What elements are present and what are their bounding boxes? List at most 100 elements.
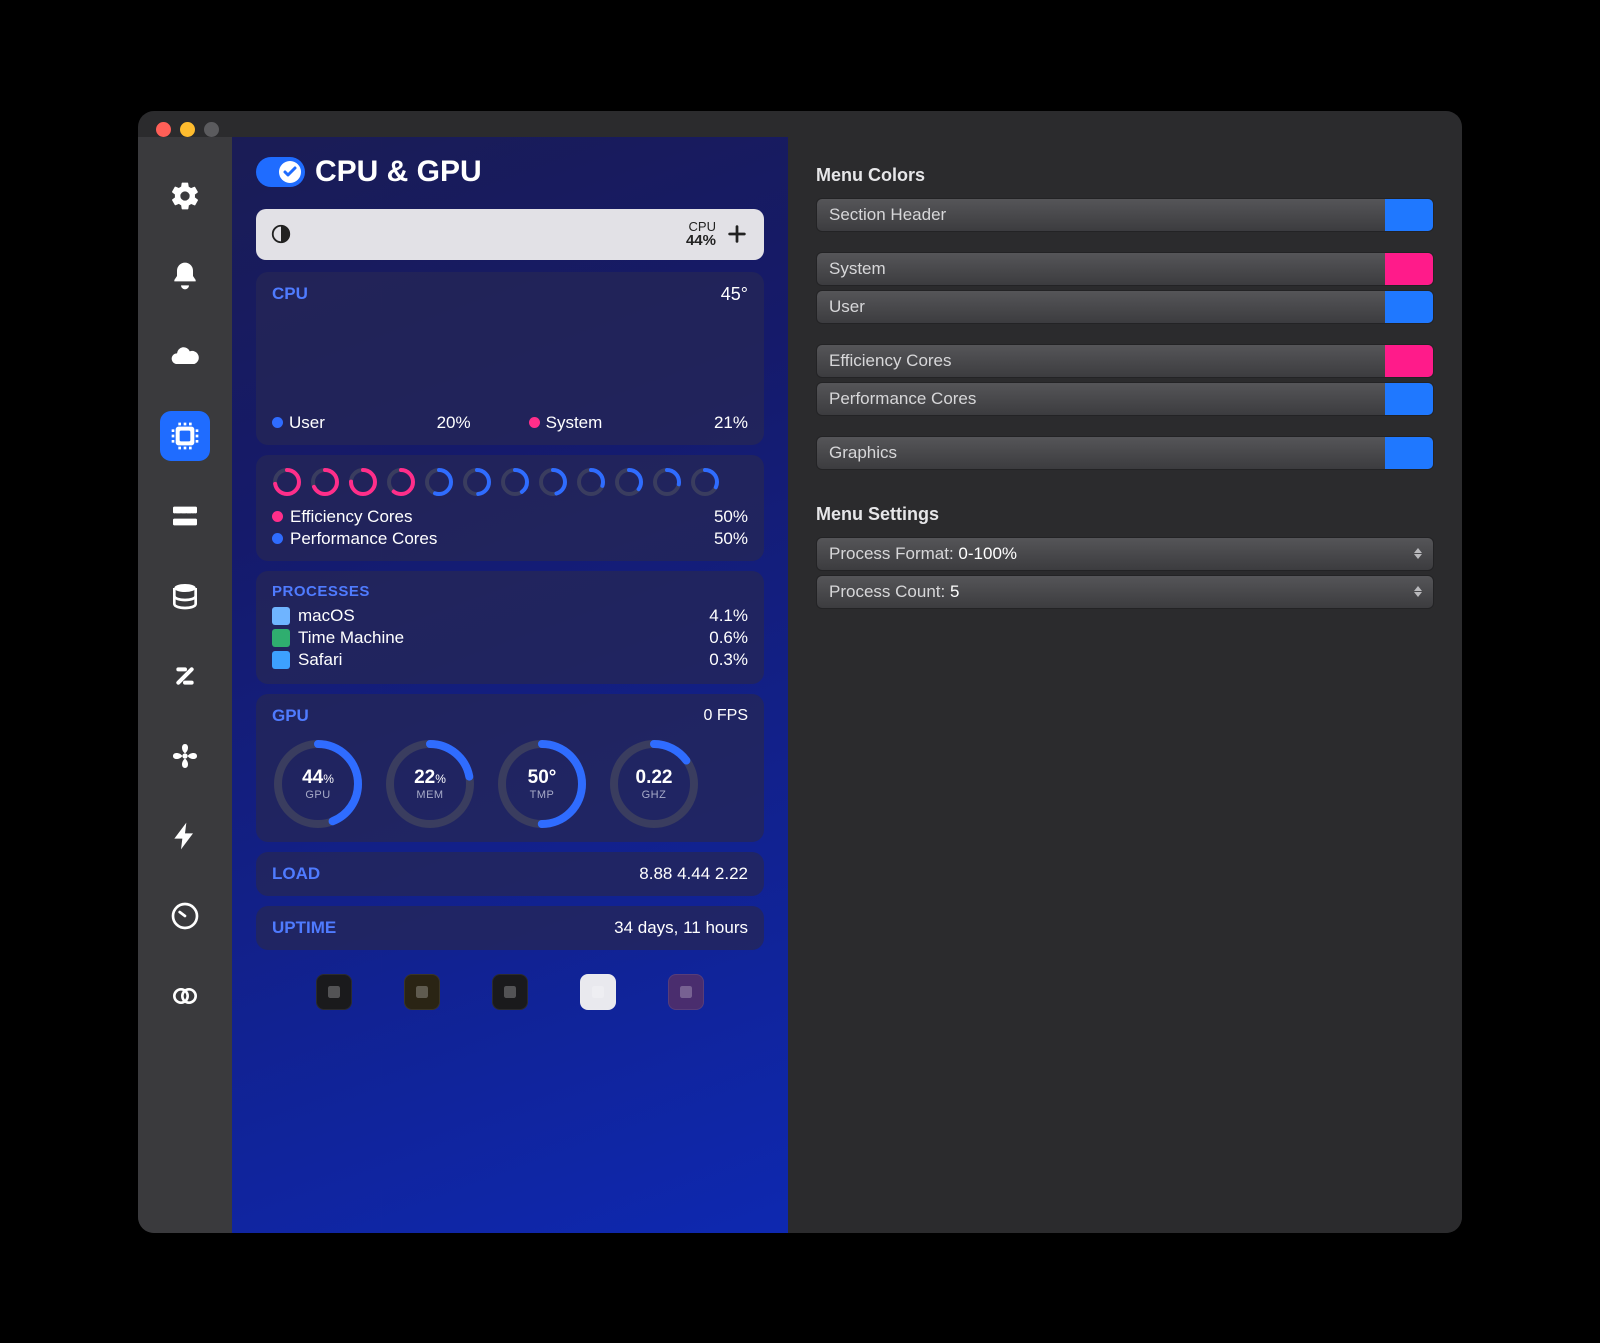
gpu-card: GPU 0 FPS 44%GPU 22%MEM 50°TMP 0.22GHZ [256,694,764,842]
module-enable-toggle[interactable] [256,157,305,187]
app-icon [272,629,290,647]
color-swatch[interactable] [1385,437,1433,469]
app-icon [589,983,607,1001]
cpu-legend: User 20% System 21% [272,413,748,433]
gpu-section-label: GPU [272,706,309,726]
user-label: User [289,413,325,433]
sidebar-item-combined[interactable] [160,971,210,1021]
core-ring [272,467,302,497]
memory-icon [169,500,201,532]
stepper-icon [1413,586,1423,597]
ring-value: 50° [528,767,557,789]
sidebar-item-general[interactable] [160,171,210,221]
disk-icon [169,580,201,612]
color-setting-label: Efficiency Cores [829,351,952,371]
bell-icon [169,260,201,292]
sidebar [138,137,232,1233]
gpu-ring: 44%GPU [272,738,364,830]
color-setting-row: Efficiency Cores [816,344,1434,378]
process-pct: 0.3% [709,650,748,670]
sidebar-item-disks[interactable] [160,571,210,621]
sidebar-item-cpu-gpu[interactable] [160,411,210,461]
app-link-marked[interactable] [404,974,440,1010]
window-zoom-button[interactable] [204,122,219,137]
sidebar-item-memory[interactable] [160,491,210,541]
cpu-temp: 45° [721,284,748,305]
gpu-ring: 50°TMP [496,738,588,830]
core-ring [310,467,340,497]
bolt-icon [169,820,201,852]
dot-icon [529,417,540,428]
app-icon [325,983,343,1001]
gauge-icon [169,900,201,932]
menubar-preview[interactable]: CPU 44% [256,209,764,260]
core-ring [538,467,568,497]
color-setting-label: Section Header [829,205,946,225]
load-card: LOAD 8.88 4.44 2.22 [256,852,764,896]
plus-icon [726,223,748,245]
app-link-activity-monitor[interactable] [316,974,352,1010]
ring-value: 44% [302,767,334,789]
app-link-xcode[interactable] [580,974,616,1010]
core-ring [576,467,606,497]
app-icon [413,983,431,1001]
select-row[interactable]: Process Count: 5 [816,575,1434,609]
color-setting-label: System [829,259,886,279]
sidebar-item-sensors[interactable] [160,731,210,781]
sidebar-item-network[interactable] [160,651,210,701]
cloud-icon [169,340,201,372]
gear-icon [169,180,201,212]
select-label: Process Format: 0-100% [829,544,1017,564]
window-titlebar [138,111,1462,137]
color-swatch[interactable] [1385,199,1433,231]
ring-label: GHZ [642,789,667,801]
processes-card: PROCESSES macOS 4.1% Time Machine 0.6% S… [256,571,764,684]
settings-panel: Menu Colors Section Header System User E… [788,137,1462,1233]
load-value: 8.88 4.44 2.22 [639,864,748,884]
sidebar-item-notifications[interactable] [160,251,210,301]
network-icon [169,660,201,692]
process-name: Time Machine [298,628,404,648]
dot-icon [272,511,283,522]
window-close-button[interactable] [156,122,171,137]
cpu-usage-chart [272,327,748,405]
app-icon [501,983,519,1001]
core-ring [614,467,644,497]
processes-header: PROCESSES [272,583,748,600]
process-row[interactable]: macOS 4.1% [272,606,748,626]
panel-title: CPU & GPU [315,155,482,189]
eff-cores-label: Efficiency Cores [290,507,413,527]
process-row[interactable]: Time Machine 0.6% [272,628,748,648]
color-swatch[interactable] [1385,383,1433,415]
sidebar-item-battery[interactable] [160,811,210,861]
panel-header: CPU & GPU [256,155,764,189]
color-swatch[interactable] [1385,291,1433,323]
process-row[interactable]: Safari 0.3% [272,650,748,670]
select-row[interactable]: Process Format: 0-100% [816,537,1434,571]
app-link-terminal[interactable] [492,974,528,1010]
ring-label: GPU [305,789,330,801]
process-pct: 4.1% [709,606,748,626]
add-widget-button[interactable] [724,221,750,247]
chip-icon [169,420,201,452]
core-ring [386,467,416,497]
load-label: LOAD [272,864,320,884]
process-name: macOS [298,606,355,626]
cpu-card: CPU 45° User 20% System 21% [256,272,764,445]
core-rings-chart [272,467,748,497]
sidebar-item-clock[interactable] [160,891,210,941]
color-swatch[interactable] [1385,345,1433,377]
process-name: Safari [298,650,342,670]
ring-label: TMP [530,789,555,801]
menu-settings-header: Menu Settings [816,504,1434,525]
window-minimize-button[interactable] [180,122,195,137]
menu-colors-header: Menu Colors [816,165,1434,186]
sidebar-item-weather[interactable] [160,331,210,381]
app-link-shortcuts[interactable] [668,974,704,1010]
color-swatch[interactable] [1385,253,1433,285]
gpu-fps: 0 FPS [704,707,748,725]
core-ring [690,467,720,497]
color-setting-row: Section Header [816,198,1434,232]
color-setting-label: Graphics [829,443,897,463]
process-pct: 0.6% [709,628,748,648]
